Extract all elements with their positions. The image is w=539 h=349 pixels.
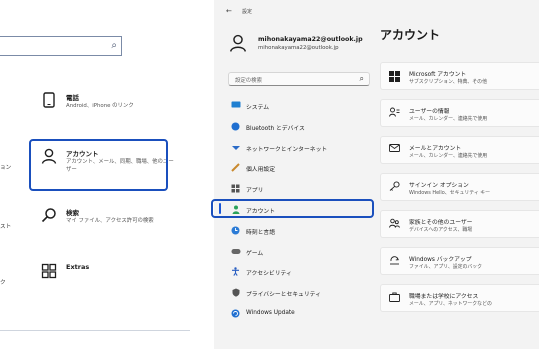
- sidebar-item-personalization[interactable]: 個人用設定: [228, 158, 376, 179]
- cut-off-label: ク: [0, 280, 6, 286]
- account-subtitle: mihonakayama22@outlook.jp: [258, 45, 339, 51]
- network-icon: [230, 143, 241, 154]
- card-user-info[interactable]: ユーザーの情報 メール、カレンダー、連絡先で使用: [380, 99, 539, 127]
- settings-search-input[interactable]: 設定の検索 ⌕: [228, 72, 370, 86]
- sidebar-item-apps[interactable]: アプリ: [228, 179, 376, 200]
- search-icon: ⌕: [359, 74, 364, 83]
- settings-window: ← 設定 mihonakayama22@outlook.jp mihonakay…: [214, 0, 539, 349]
- briefcase-icon: [388, 292, 400, 304]
- card-windows-backup[interactable]: Windows バックアップ ファイル、アプリ、設定のバック: [380, 247, 539, 275]
- page-title: アカウント: [380, 28, 441, 42]
- personalize-icon: [230, 163, 241, 174]
- sidebar-item-system[interactable]: システム: [228, 96, 376, 117]
- sidebar-item-time-language[interactable]: 時刻と言語: [228, 221, 376, 242]
- sidebar-item-bluetooth[interactable]: Bluetooth とデバイス: [228, 117, 376, 138]
- windows-update-icon: [230, 309, 241, 320]
- backup-icon: [388, 255, 400, 267]
- extras-icon: [40, 263, 58, 281]
- key-icon: [388, 181, 400, 193]
- screenshot: ⌕ 電話 Android、iPhone のリンク アカウント アカウント、メール…: [0, 0, 539, 349]
- phone-icon: [40, 92, 58, 110]
- sidebar-item-accessibility[interactable]: アクセシビリティ: [228, 262, 376, 283]
- avatar-icon: [228, 34, 248, 54]
- system-icon: [230, 101, 241, 112]
- sidebar-item-windows-update[interactable]: Windows Update: [228, 304, 376, 325]
- time-language-icon: [230, 226, 241, 237]
- sidebar-item-network[interactable]: ネットワークとインターネット: [228, 138, 376, 159]
- card-email-accounts[interactable]: メールとアカウント メール、カレンダー、連絡先で使用: [380, 136, 539, 164]
- selected-indicator: [219, 203, 221, 214]
- family-icon: [388, 218, 400, 230]
- accounts-highlight-box: [29, 139, 168, 191]
- settings-home-panel: ⌕ 電話 Android、iPhone のリンク アカウント アカウント、メール…: [0, 0, 190, 349]
- divider: [0, 330, 190, 331]
- search-icon: ⌕: [111, 40, 117, 51]
- card-family-other-users[interactable]: 家族とその他のユーザー デバイスへのアクセス、職場: [380, 210, 539, 238]
- account-email: mihonakayama22@outlook.jp: [258, 36, 363, 43]
- sidebar-item-gaming[interactable]: ゲーム: [228, 242, 376, 263]
- accessibility-icon: [230, 267, 241, 278]
- back-button[interactable]: ←: [226, 7, 232, 15]
- privacy-icon: [230, 288, 241, 299]
- search-icon: [40, 207, 58, 225]
- apps-icon: [230, 184, 241, 195]
- accounts-nav-highlight-box: [211, 199, 374, 218]
- search-placeholder: 設定の検索: [235, 78, 262, 84]
- microsoft-logo-icon: [389, 71, 400, 82]
- card-sign-in-options[interactable]: サインイン オプション Windows Hello、セキュリティ キー: [380, 173, 539, 201]
- card-work-school-access[interactable]: 職場または学校にアクセス メール、アプリ、ネットワークなどの: [380, 284, 539, 312]
- bluetooth-icon: [230, 122, 241, 133]
- card-microsoft-account[interactable]: Microsoft アカウント サブスクリプション、特典、その他: [380, 62, 539, 90]
- cut-off-label: スト: [0, 224, 12, 230]
- mail-icon: [388, 144, 400, 156]
- sidebar-item-privacy[interactable]: プライバシーとセキュリティ: [228, 283, 376, 304]
- cut-off-label: ョン: [0, 165, 12, 171]
- app-title: 設定: [242, 9, 253, 15]
- user-info-icon: [388, 107, 400, 119]
- gaming-icon: [230, 247, 241, 258]
- find-setting-input[interactable]: ⌕: [0, 36, 122, 56]
